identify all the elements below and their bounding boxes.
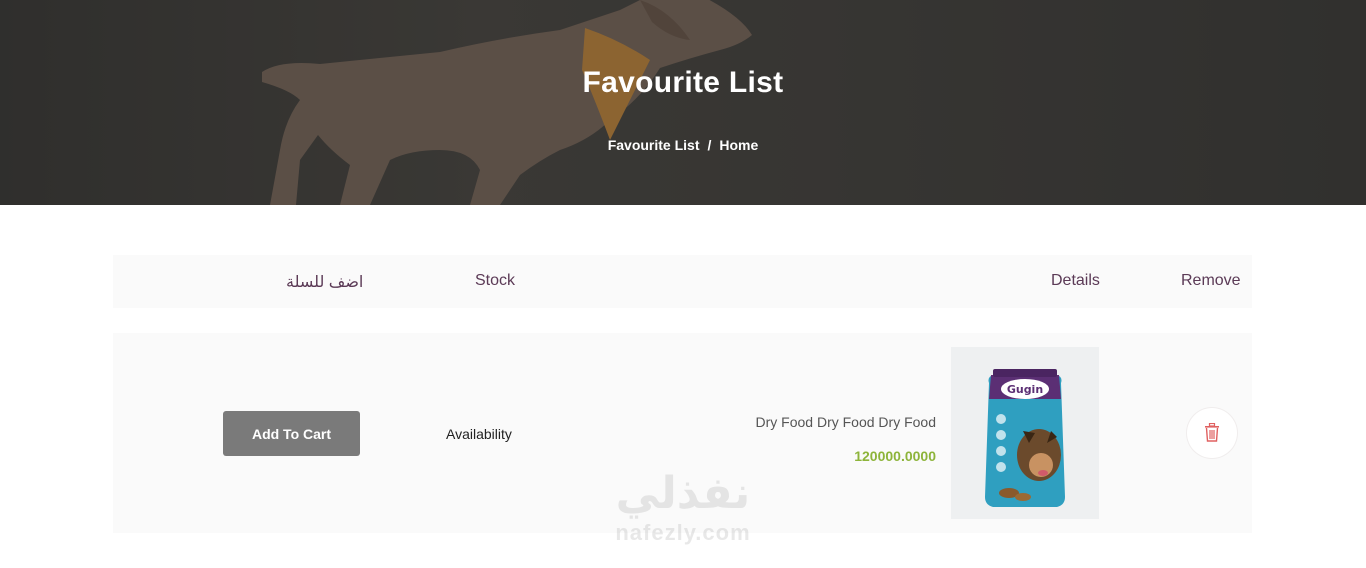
header-remove: Remove xyxy=(1181,272,1241,289)
product-image[interactable]: Gugin xyxy=(951,347,1099,519)
watermark-latin: nafezly.com xyxy=(615,520,751,545)
add-to-cart-button[interactable]: Add To Cart xyxy=(223,411,360,456)
stock-availability: Availability xyxy=(446,426,512,442)
breadcrumb-home-link[interactable]: Home xyxy=(719,137,758,153)
table-header: اضف للسلة Stock Details Remove xyxy=(113,255,1252,308)
header-details: Details xyxy=(1051,272,1100,289)
breadcrumb-current: Favourite List xyxy=(607,137,700,153)
product-price: 120000.0000 xyxy=(854,448,936,464)
hero-overlay xyxy=(0,0,1366,205)
product-name[interactable]: Dry Food Dry Food Dry Food xyxy=(756,414,937,430)
watermark-arabic: نفذلي xyxy=(615,468,751,519)
dog-food-bag-image: Gugin xyxy=(951,347,1099,519)
watermark: نفذلي nafezly.com xyxy=(600,468,766,560)
breadcrumb: Favourite List / Home xyxy=(0,137,1366,153)
remove-button[interactable] xyxy=(1187,408,1237,458)
hero-banner: Favourite List Favourite List / Home xyxy=(0,0,1366,205)
header-add-to-cart: اضف للسلة xyxy=(286,274,364,291)
breadcrumb-separator: / xyxy=(707,137,712,153)
bag-brand-text: Gugin xyxy=(1007,383,1043,396)
header-stock: Stock xyxy=(475,272,516,289)
page-title: Favourite List xyxy=(582,66,784,99)
trash-icon xyxy=(1205,423,1219,442)
